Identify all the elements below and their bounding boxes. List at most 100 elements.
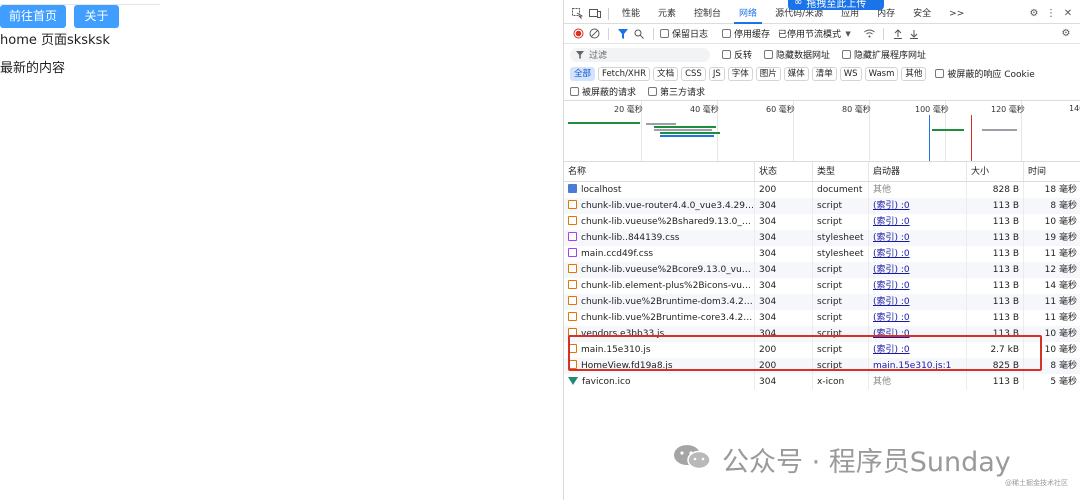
- preserve-log-checkbox[interactable]: [660, 29, 669, 38]
- table-row[interactable]: chunk-lib.vue%2Bruntime-core3.4.29... 304…: [564, 310, 1080, 326]
- cell-status: 304: [755, 294, 813, 310]
- network-overview-timeline[interactable]: 20 毫秒 40 毫秒 60 毫秒 80 毫秒 100 毫秒 120 毫秒 14…: [564, 100, 1080, 162]
- close-devtools-icon[interactable]: ✕: [1059, 8, 1077, 19]
- clear-icon[interactable]: [586, 28, 602, 39]
- upload-overlay-button[interactable]: ∞ 拖拽至此上传: [788, 0, 884, 10]
- device-toolbar-icon[interactable]: [586, 8, 604, 19]
- import-har-icon[interactable]: [890, 28, 906, 39]
- table-row[interactable]: chunk-lib.element-plus%2Bicons-vue... 304…: [564, 278, 1080, 294]
- search-icon[interactable]: [631, 29, 647, 39]
- cell-status: 304: [755, 214, 813, 230]
- table-row[interactable]: localhost 200 document 其他 828 B 18 毫秒: [564, 182, 1080, 198]
- filter-funnel-icon[interactable]: [615, 28, 631, 39]
- table-row[interactable]: chunk-lib.vue%2Bruntime-dom3.4.29... 304 s…: [564, 294, 1080, 310]
- cell-initiator[interactable]: (索引) :0: [869, 294, 967, 310]
- devtools-panel: 性能 元素 控制台 网络 源代码/来源 应用 内存 安全 >> ⚙ ⋮ ✕ ∞ …: [563, 0, 1080, 500]
- cell-initiator[interactable]: (索引) :0: [869, 230, 967, 246]
- cell-initiator[interactable]: (索引) :0: [869, 198, 967, 214]
- home-nav-button[interactable]: 前往首页: [0, 5, 66, 28]
- filter-input[interactable]: 过滤: [570, 47, 710, 62]
- script-icon: [568, 264, 577, 273]
- cell-name: chunk-lib..844139.css: [564, 230, 755, 246]
- type-chip-all[interactable]: 全部: [570, 66, 596, 81]
- col-time[interactable]: 时间: [1024, 162, 1080, 181]
- type-chip-manifest[interactable]: 清单: [811, 66, 837, 81]
- blocked-cookies-checkbox[interactable]: [935, 69, 945, 78]
- blocked-requests-checkbox[interactable]: [570, 87, 579, 96]
- type-chip-doc[interactable]: 文档: [653, 66, 679, 81]
- table-row[interactable]: main.ccd49f.css 304 stylesheet (索引) :0 113 B…: [564, 246, 1080, 262]
- cell-time: 11 毫秒: [1044, 249, 1077, 259]
- col-initiator[interactable]: 启动器: [869, 162, 967, 181]
- request-name: favicon.ico: [582, 377, 631, 387]
- cell-status: 304: [755, 230, 813, 246]
- cell-time: 12 毫秒: [1044, 265, 1077, 275]
- invert-checkbox[interactable]: [722, 50, 731, 59]
- overview-bar: [568, 122, 640, 124]
- third-party-label: 第三方请求: [660, 88, 706, 98]
- type-chip-ws[interactable]: WS: [839, 66, 862, 81]
- cell-initiator[interactable]: (索引) :0: [869, 214, 967, 230]
- script-icon: [568, 216, 577, 225]
- initiator-link[interactable]: (索引) :0: [873, 297, 910, 307]
- table-row[interactable]: chunk-lib.vueuse%2Bshared9.13.0_vu... 304…: [564, 214, 1080, 230]
- cell-initiator[interactable]: (索引) :0: [869, 262, 967, 278]
- throttle-select[interactable]: 已停用节流模式: [778, 27, 841, 40]
- tab-more[interactable]: >>: [940, 4, 973, 24]
- type-chip-js[interactable]: JS: [708, 66, 725, 81]
- initiator-link[interactable]: (索引) :0: [873, 201, 910, 211]
- cell-initiator[interactable]: (索引) :0: [869, 278, 967, 294]
- request-name: chunk-lib.vueuse%2Bshared9.13.0_vu...: [581, 217, 755, 227]
- settings-gear-icon[interactable]: ⚙: [1025, 8, 1043, 19]
- initiator-link[interactable]: (索引) :0: [873, 313, 910, 323]
- hide-extension-urls-checkbox[interactable]: [842, 50, 852, 59]
- tab-network[interactable]: 网络: [730, 4, 766, 24]
- initiator-link[interactable]: (索引) :0: [873, 233, 910, 243]
- initiator-link[interactable]: (索引) :0: [873, 281, 910, 291]
- col-size[interactable]: 大小: [967, 162, 1024, 181]
- third-party-checkbox[interactable]: [648, 87, 658, 96]
- export-har-icon[interactable]: [906, 29, 922, 39]
- overview-bar: [982, 129, 1017, 131]
- dom-content-loaded-marker: [929, 115, 930, 161]
- initiator-link[interactable]: (索引) :0: [873, 265, 910, 275]
- chevron-down-icon[interactable]: ▼: [841, 30, 855, 38]
- table-row[interactable]: chunk-lib..844139.css 304 stylesheet (索引) :…: [564, 230, 1080, 246]
- type-chip-wasm[interactable]: Wasm: [864, 66, 899, 81]
- record-icon[interactable]: [570, 28, 586, 39]
- cell-initiator[interactable]: (索引) :0: [869, 310, 967, 326]
- tab-elements[interactable]: 元素: [649, 4, 685, 24]
- tab-security[interactable]: 安全: [904, 4, 940, 24]
- type-chip-fetch[interactable]: Fetch/XHR: [598, 66, 651, 81]
- cell-name: chunk-lib.vueuse%2Bshared9.13.0_vu...: [564, 214, 755, 230]
- hide-data-urls-checkbox[interactable]: [764, 50, 774, 59]
- col-status[interactable]: 状态: [755, 162, 813, 181]
- cell-initiator[interactable]: (索引) :0: [869, 246, 967, 262]
- initiator-link[interactable]: (索引) :0: [873, 249, 910, 259]
- col-type[interactable]: 类型: [813, 162, 869, 181]
- cell-type: stylesheet: [813, 246, 869, 262]
- inspect-element-icon[interactable]: [568, 8, 586, 19]
- blocked-cookies-label: 被屏蔽的响应 Cookie: [947, 70, 1035, 80]
- cell-type: script: [813, 310, 869, 326]
- tab-performance[interactable]: 性能: [613, 4, 649, 24]
- table-row[interactable]: chunk-lib.vue-router4.4.0_vue3.4.29%... 3…: [564, 198, 1080, 214]
- overview-bar: [932, 129, 964, 131]
- initiator-link[interactable]: (索引) :0: [873, 217, 910, 227]
- about-nav-button[interactable]: 关于: [74, 5, 119, 28]
- overview-tick: 20 毫秒: [614, 105, 643, 114]
- tab-console[interactable]: 控制台: [685, 4, 730, 24]
- type-chip-other[interactable]: 其他: [901, 66, 927, 81]
- disable-cache-checkbox[interactable]: [722, 29, 732, 38]
- type-chip-media[interactable]: 媒体: [783, 66, 809, 81]
- script-icon: [568, 296, 577, 305]
- type-chip-font[interactable]: 字体: [727, 66, 753, 81]
- col-name[interactable]: 名称: [564, 162, 755, 181]
- more-options-icon[interactable]: ⋮: [1043, 8, 1059, 19]
- network-conditions-icon[interactable]: [861, 29, 877, 38]
- table-row[interactable]: chunk-lib.vueuse%2Bcore9.13.0_vue3.... 30…: [564, 262, 1080, 278]
- type-chip-css[interactable]: CSS: [681, 66, 706, 81]
- table-row[interactable]: favicon.ico 304 x-icon 其他 113 B 5 毫秒: [564, 374, 1080, 390]
- network-settings-gear-icon[interactable]: ⚙: [1057, 28, 1075, 39]
- type-chip-img[interactable]: 图片: [755, 66, 781, 81]
